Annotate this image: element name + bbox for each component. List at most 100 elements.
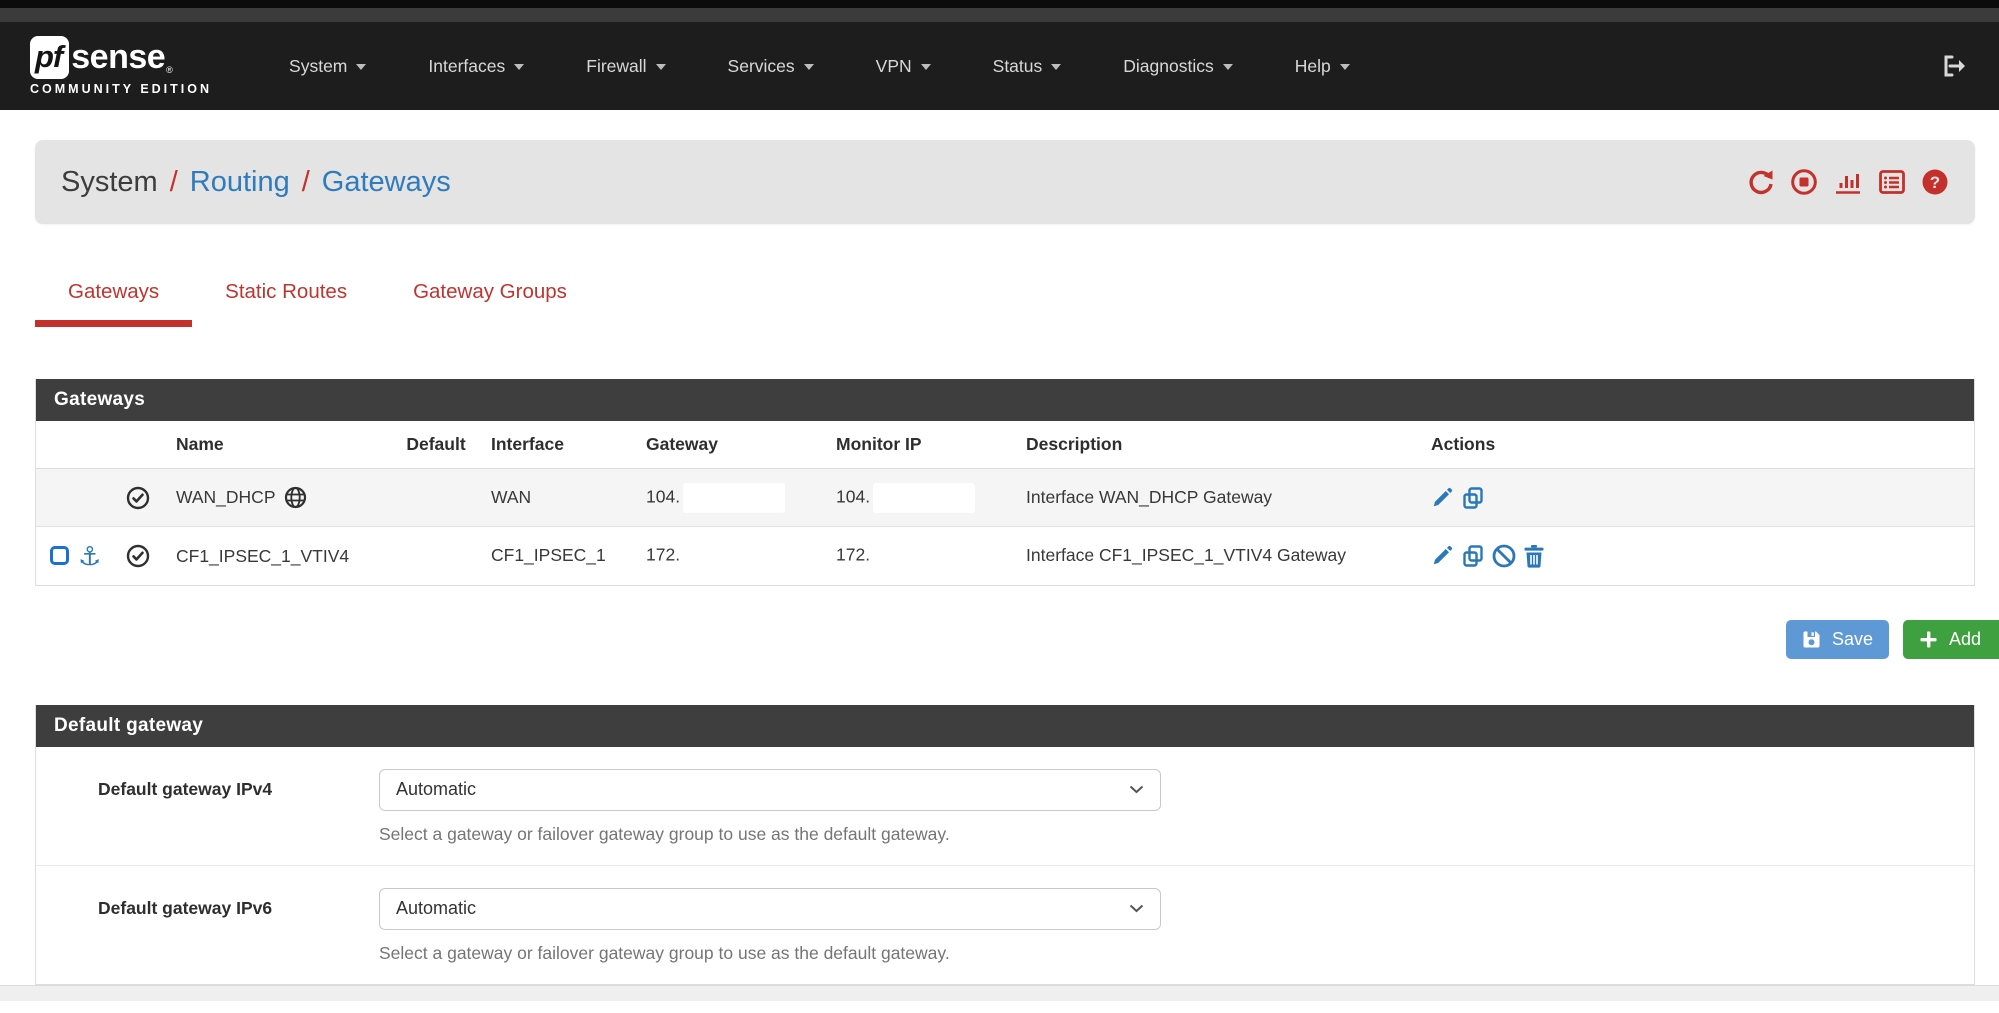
- gateway-online-icon: [126, 486, 150, 510]
- edit-icon[interactable]: [1431, 486, 1454, 509]
- gateway-default-flag: [391, 527, 481, 585]
- chevron-down-icon: [656, 64, 666, 70]
- chevron-down-icon: [1223, 64, 1233, 70]
- save-button-label: Save: [1832, 629, 1873, 650]
- nav-item-help[interactable]: Help: [1264, 56, 1381, 77]
- chevron-down-icon: [514, 64, 524, 70]
- breadcrumb-separator: /: [302, 166, 310, 199]
- default-gateway-ipv6-label: Default gateway IPv6: [36, 888, 379, 964]
- default-gateway-ipv4-select[interactable]: Automatic: [379, 769, 1161, 811]
- refresh-icon[interactable]: [1747, 168, 1775, 196]
- form-row-ipv6: Default gateway IPv6 Automatic Select a …: [36, 866, 1974, 984]
- selected-value: Automatic: [396, 779, 476, 800]
- breadcrumb: System / Routing / Gateways: [61, 166, 451, 199]
- table-row: ⚓ CF1_IPSEC_1_VTIV4 CF1_IPSEC_1 172. 172…: [36, 527, 1974, 585]
- log-list-icon[interactable]: [1878, 168, 1906, 196]
- chevron-down-icon: [1340, 64, 1350, 70]
- col-description: Description: [1016, 421, 1421, 469]
- nav-item-firewall[interactable]: Firewall: [555, 56, 696, 77]
- field-help-text: Select a gateway or failover gateway gro…: [379, 943, 1161, 964]
- sign-out-icon: [1939, 51, 1969, 81]
- gateway-description: Interface WAN_DHCP Gateway: [1016, 469, 1421, 527]
- delete-icon[interactable]: [1523, 544, 1545, 568]
- redaction-box: [683, 541, 785, 571]
- sign-out-button[interactable]: [1939, 51, 1969, 81]
- tab-gateways[interactable]: Gateways: [35, 280, 192, 327]
- col-gateway: Gateway: [636, 421, 826, 469]
- help-icon[interactable]: ?: [1921, 168, 1949, 196]
- nav-item-label: Firewall: [586, 56, 646, 76]
- stop-circle-icon[interactable]: [1790, 168, 1818, 196]
- table-buttons-row: Save Add: [0, 620, 1999, 659]
- nav-item-diagnostics[interactable]: Diagnostics: [1092, 56, 1263, 77]
- add-button[interactable]: Add: [1903, 620, 1999, 659]
- gateway-description: Interface CF1_IPSEC_1_VTIV4 Gateway: [1016, 527, 1421, 585]
- default-gateway-panel-title: Default gateway: [36, 705, 1974, 747]
- nav-item-services[interactable]: Services: [697, 56, 845, 77]
- chevron-down-icon: [804, 64, 814, 70]
- nav-item-label: Help: [1295, 56, 1331, 76]
- chevron-down-icon: [921, 64, 931, 70]
- add-button-label: Add: [1949, 629, 1981, 650]
- monitor-ip: 172.: [836, 544, 870, 564]
- nav-item-interfaces[interactable]: Interfaces: [397, 56, 555, 77]
- tab-static-routes[interactable]: Static Routes: [192, 280, 380, 327]
- default-gateway-panel: Default gateway Default gateway IPv4 Aut…: [35, 705, 1975, 985]
- page-action-icons: ?: [1747, 168, 1949, 196]
- edit-icon[interactable]: [1431, 544, 1454, 567]
- gateway-interface: CF1_IPSEC_1: [481, 527, 636, 585]
- nav-menu: System Interfaces Firewall Services VPN …: [258, 56, 1381, 77]
- tab-gateway-groups[interactable]: Gateway Groups: [380, 280, 600, 327]
- nav-item-label: VPN: [876, 56, 912, 76]
- col-monitor-ip: Monitor IP: [826, 421, 1016, 469]
- nav-item-label: Interfaces: [428, 56, 505, 76]
- gateway-online-icon: [126, 544, 150, 568]
- nav-item-vpn[interactable]: VPN: [845, 56, 962, 77]
- breadcrumb-routing-link[interactable]: Routing: [190, 166, 290, 199]
- gateways-panel: Gateways Name Default Interface Gateway …: [35, 379, 1975, 586]
- save-icon: [1802, 630, 1821, 649]
- nav-item-system[interactable]: System: [258, 56, 397, 77]
- bar-chart-icon[interactable]: [1833, 168, 1863, 196]
- default-gateway-ipv6-field: Automatic Select a gateway or failover g…: [379, 888, 1161, 964]
- form-row-ipv4: Default gateway IPv4 Automatic Select a …: [36, 747, 1974, 866]
- table-row: WAN_DHCP WAN 104. 104. Interface WAN_DHC…: [36, 469, 1974, 527]
- copy-icon[interactable]: [1461, 486, 1485, 510]
- nav-item-label: Status: [993, 56, 1043, 76]
- gateway-address: 104.: [646, 486, 680, 506]
- gateways-table: Name Default Interface Gateway Monitor I…: [36, 421, 1974, 585]
- pf-badge: pf: [30, 36, 69, 79]
- main-navbar: pf sense ® COMMUNITY EDITION System Inte…: [0, 22, 1999, 110]
- copy-icon[interactable]: [1461, 544, 1485, 568]
- breadcrumb-system: System: [61, 166, 158, 199]
- logo-edition-text: COMMUNITY EDITION: [30, 82, 212, 96]
- breadcrumb-separator: /: [170, 166, 178, 199]
- default-gateway-ipv6-select[interactable]: Automatic: [379, 888, 1161, 930]
- gateway-name: CF1_IPSEC_1_VTIV4: [176, 546, 349, 566]
- redaction-box: [873, 541, 975, 571]
- table-header-row: Name Default Interface Gateway Monitor I…: [36, 421, 1974, 469]
- page-bottom-strip: [0, 985, 1999, 1001]
- registered-mark: ®: [166, 65, 173, 75]
- row-actions: [1431, 544, 1964, 568]
- top-strip: [0, 8, 1999, 22]
- nav-item-status[interactable]: Status: [962, 56, 1093, 77]
- pfsense-logo[interactable]: pf sense ® COMMUNITY EDITION: [30, 36, 212, 96]
- svg-text:?: ?: [1930, 173, 1940, 192]
- breadcrumb-bar: System / Routing / Gateways: [35, 140, 1975, 224]
- chevron-down-icon: [1129, 904, 1144, 913]
- square-outline-icon[interactable]: [50, 546, 69, 565]
- redaction-box: [683, 483, 785, 513]
- field-help-text: Select a gateway or failover gateway gro…: [379, 824, 1161, 845]
- disable-icon[interactable]: [1492, 544, 1516, 568]
- sub-tabs: Gateways Static Routes Gateway Groups: [35, 280, 1999, 327]
- anchor-icon: ⚓: [78, 543, 101, 569]
- save-button[interactable]: Save: [1786, 620, 1889, 659]
- logo-sense-text: sense: [71, 38, 165, 77]
- pfsense-logo-row: pf sense ®: [30, 36, 212, 79]
- col-default: Default: [391, 421, 481, 469]
- breadcrumb-gateways-link[interactable]: Gateways: [322, 166, 451, 199]
- globe-icon: [284, 486, 307, 509]
- col-name: Name: [166, 421, 391, 469]
- row-actions: [1431, 486, 1964, 510]
